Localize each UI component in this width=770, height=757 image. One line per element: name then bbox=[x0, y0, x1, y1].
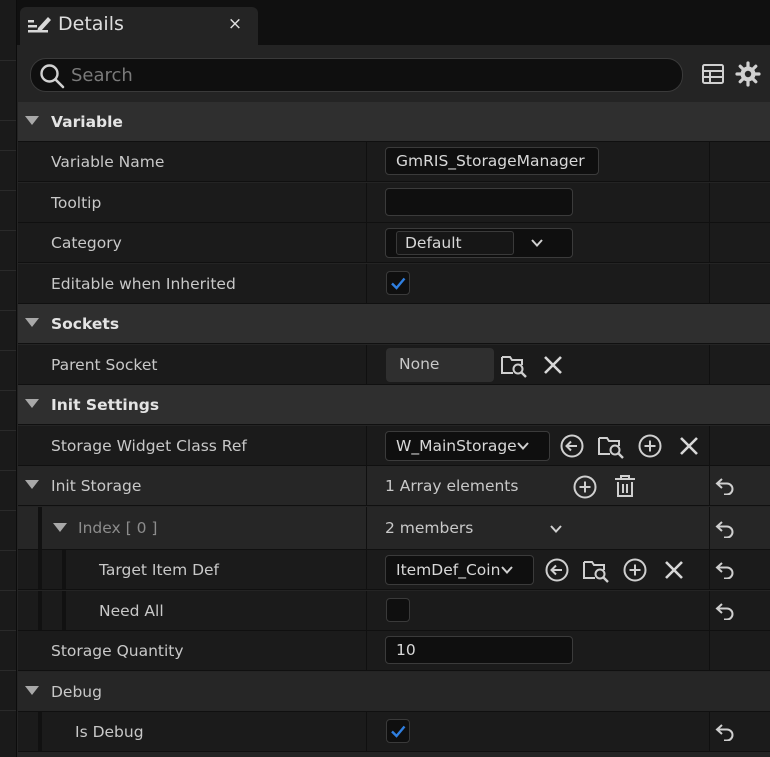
target-item-dropdown[interactable]: ItemDef_Coin bbox=[385, 555, 534, 585]
use-selected-icon[interactable] bbox=[559, 433, 585, 459]
variable-name-field[interactable]: GmRIS_StorageManager bbox=[385, 147, 599, 175]
category-row: Category Default bbox=[18, 223, 770, 263]
target-item-value: ItemDef_Coin bbox=[396, 561, 501, 579]
trash-icon[interactable] bbox=[612, 473, 638, 499]
clear-icon[interactable] bbox=[661, 557, 687, 583]
chevron-down-icon bbox=[531, 239, 543, 247]
is-debug-checkbox[interactable] bbox=[386, 719, 410, 743]
use-selected-icon[interactable] bbox=[544, 557, 570, 583]
search-box[interactable] bbox=[30, 58, 683, 92]
property-label: Index [ 0 ] bbox=[78, 519, 158, 537]
section-title: Init Settings bbox=[51, 396, 160, 414]
property-label: Parent Socket bbox=[51, 356, 158, 374]
left-edge-strip bbox=[0, 0, 17, 757]
category-dropdown[interactable]: Default bbox=[385, 228, 573, 258]
search-input[interactable] bbox=[71, 59, 671, 91]
gear-icon[interactable] bbox=[735, 61, 761, 87]
target-item-row: Target Item Def ItemDef_Coin bbox=[18, 550, 770, 590]
section-init-settings-header[interactable]: Init Settings bbox=[18, 385, 770, 425]
tab-title: Details bbox=[58, 13, 124, 35]
reset-to-default-icon[interactable] bbox=[715, 561, 735, 579]
clear-icon[interactable] bbox=[540, 352, 566, 378]
property-label: Editable when Inherited bbox=[51, 275, 236, 293]
widget-class-row: Storage Widget Class Ref W_MainStorage bbox=[18, 426, 770, 466]
table-view-icon[interactable] bbox=[701, 62, 725, 86]
pencil-note-icon bbox=[28, 17, 51, 33]
category-value[interactable]: Default bbox=[396, 231, 514, 255]
reset-to-default-icon[interactable] bbox=[715, 723, 735, 741]
parent-socket-button[interactable]: None bbox=[386, 348, 494, 382]
index-0-row[interactable]: Index [ 0 ] 2 members bbox=[18, 507, 770, 550]
add-element-icon[interactable] bbox=[572, 474, 598, 500]
section-variable-header[interactable]: Variable bbox=[18, 102, 770, 142]
section-title: Debug bbox=[51, 683, 102, 701]
property-label: Storage Widget Class Ref bbox=[51, 437, 247, 455]
need-all-row: Need All bbox=[18, 591, 770, 631]
widget-class-dropdown[interactable]: W_MainStorage bbox=[385, 431, 550, 461]
reset-to-default-icon[interactable] bbox=[715, 520, 735, 538]
expand-triangle-icon[interactable] bbox=[25, 318, 39, 327]
close-icon[interactable]: × bbox=[225, 13, 245, 35]
tooltip-row: Tooltip bbox=[18, 183, 770, 223]
expand-triangle-icon[interactable] bbox=[25, 116, 39, 125]
section-title: Variable bbox=[51, 113, 123, 131]
expand-triangle-icon[interactable] bbox=[53, 523, 67, 532]
variable-name-row: Variable Name GmRIS_StorageManager bbox=[18, 142, 770, 182]
member-count: 2 members bbox=[385, 519, 474, 537]
add-icon[interactable] bbox=[637, 433, 663, 459]
tab-details[interactable]: Details × bbox=[20, 7, 258, 45]
storage-quantity-field[interactable]: 10 bbox=[385, 636, 573, 664]
checkmark-icon bbox=[391, 277, 406, 290]
property-label: Storage Quantity bbox=[51, 642, 184, 660]
property-label: Init Storage bbox=[51, 477, 142, 495]
add-icon[interactable] bbox=[622, 557, 648, 583]
section-debug-header[interactable]: Debug bbox=[18, 672, 770, 712]
browse-folder-icon[interactable] bbox=[583, 557, 609, 583]
property-label: Variable Name bbox=[51, 153, 165, 171]
reset-to-default-icon[interactable] bbox=[715, 477, 735, 495]
widget-class-value: W_MainStorage bbox=[396, 437, 517, 455]
property-label: Target Item Def bbox=[99, 561, 220, 579]
editable-checkbox[interactable] bbox=[386, 271, 410, 295]
storage-quantity-row: Storage Quantity 10 bbox=[18, 631, 770, 671]
chevron-down-icon[interactable] bbox=[549, 522, 563, 536]
property-label: Tooltip bbox=[51, 194, 102, 212]
expand-triangle-icon[interactable] bbox=[25, 399, 39, 408]
chevron-down-icon bbox=[517, 442, 529, 450]
property-label: Is Debug bbox=[75, 723, 144, 741]
reset-to-default-icon[interactable] bbox=[715, 602, 735, 620]
editable-inherited-row: Editable when Inherited bbox=[18, 264, 770, 304]
chevron-down-icon bbox=[501, 566, 513, 574]
parent-socket-row: Parent Socket None bbox=[18, 345, 770, 385]
browse-folder-icon[interactable] bbox=[598, 433, 624, 459]
property-label: Category bbox=[51, 234, 122, 252]
tab-bar: Details × bbox=[17, 0, 770, 45]
need-all-checkbox[interactable] bbox=[386, 598, 410, 622]
is-debug-row: Is Debug bbox=[18, 712, 770, 752]
section-title: Sockets bbox=[51, 315, 120, 333]
browse-folder-icon[interactable] bbox=[501, 352, 527, 378]
array-count: 1 Array elements bbox=[385, 477, 519, 495]
tooltip-field[interactable] bbox=[385, 188, 573, 216]
checkmark-icon bbox=[391, 725, 406, 738]
section-sockets-header[interactable]: Sockets bbox=[18, 304, 770, 344]
expand-triangle-icon[interactable] bbox=[25, 480, 39, 489]
clear-icon[interactable] bbox=[676, 433, 702, 459]
init-storage-row[interactable]: Init Storage 1 Array elements bbox=[18, 466, 770, 506]
expand-triangle-icon[interactable] bbox=[25, 686, 39, 695]
property-label: Need All bbox=[99, 602, 164, 620]
search-icon bbox=[40, 64, 65, 89]
